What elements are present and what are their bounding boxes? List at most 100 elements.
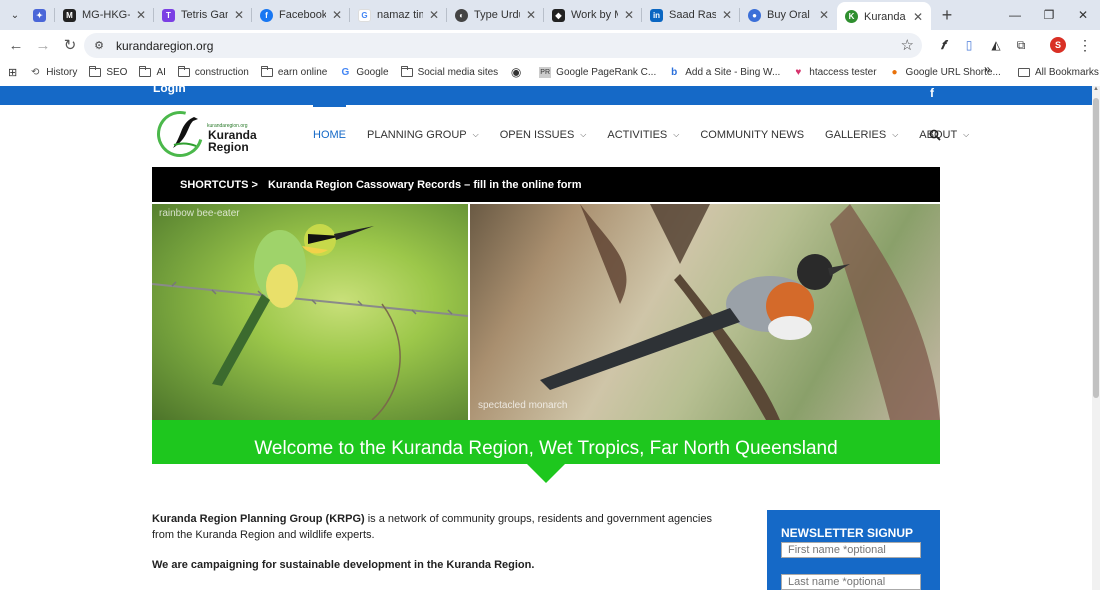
tab-0[interactable]: ✦ — [25, 0, 55, 30]
nav-planning-group[interactable]: PLANNING GROUP ⌵ — [367, 105, 479, 165]
site-top-bar: Login f — [0, 81, 1092, 105]
newsletter-signup: NEWSLETTER SIGNUP — [767, 510, 940, 590]
google-icon: G — [341, 66, 350, 78]
tab-9-active[interactable]: K Kuranda Re ✕ — [837, 1, 931, 32]
tab-favicon-icon: T — [162, 8, 175, 22]
profile-avatar[interactable]: S — [1050, 37, 1066, 53]
monarch-caption: spectacled monarch — [478, 400, 568, 411]
shortcuts-bar: SHORTCUTS > Kuranda Region Cassowary Rec… — [152, 167, 940, 202]
apps-grid-icon[interactable]: ⊞ — [0, 61, 23, 83]
close-icon[interactable]: ✕ — [911, 10, 925, 24]
nav-about[interactable]: ABOUT ⌵ — [919, 105, 969, 165]
menu-kebab-icon[interactable]: ⋮ — [1076, 36, 1094, 54]
close-icon[interactable]: ✕ — [427, 8, 441, 22]
globe-icon: ◐ — [455, 8, 468, 22]
tab-7[interactable]: in Saad Rashad ✕ — [642, 0, 740, 30]
tab-8[interactable]: ● Buy Oral Ca ✕ — [740, 0, 837, 30]
nav-home[interactable]: HOME — [313, 105, 346, 165]
facebook-icon: f — [260, 8, 273, 22]
kuranda-favicon-icon: K — [845, 10, 858, 23]
back-icon[interactable]: ← — [3, 32, 29, 58]
cassowary-records-link[interactable]: Kuranda Region Cassowary Records – fill … — [268, 179, 582, 191]
bookmark-star-icon[interactable]: ☆ — [901, 36, 914, 54]
bookmark-history[interactable]: ⟲ History — [23, 61, 83, 83]
bookmark-seo[interactable]: SEO — [83, 61, 133, 83]
forward-icon[interactable]: → — [30, 32, 56, 58]
pagerank-icon: PR — [539, 66, 552, 78]
extensions-puzzle-icon[interactable]: ⧉ — [1012, 36, 1030, 54]
bookmark-social-media[interactable]: Social media sites — [395, 61, 505, 83]
hero-banner: rainbow bee-eater spectacled monarch — [152, 204, 940, 420]
bookmark-bing[interactable]: b Add a Site - Bing W... — [662, 61, 786, 83]
shortcuts-label: SHORTCUTS > — [180, 178, 258, 191]
last-name-field[interactable] — [781, 574, 921, 590]
linkedin-icon: in — [650, 8, 663, 22]
close-window-icon[interactable]: ✕ — [1066, 0, 1100, 30]
site-info-icon[interactable]: ⚙ — [88, 37, 110, 55]
bing-icon: b — [671, 66, 678, 78]
nav-community-news[interactable]: COMMUNITY NEWS — [700, 105, 804, 165]
google-url-icon: ● — [891, 66, 898, 78]
extension-doc-icon[interactable]: ▯ — [960, 36, 978, 54]
logo-text: Kuranda Region — [208, 128, 257, 154]
close-icon[interactable]: ✕ — [330, 8, 344, 22]
tab-favicon-icon: M — [63, 8, 76, 22]
newsletter-heading: NEWSLETTER SIGNUP — [781, 526, 914, 540]
bookmark-pagerank[interactable]: PR Google PageRank C... — [533, 61, 662, 83]
close-icon[interactable]: ✕ — [134, 8, 148, 22]
new-tab-button[interactable]: + — [935, 5, 959, 26]
more-bookmarks-icon[interactable]: » — [984, 62, 991, 76]
bee-eater-illustration — [152, 224, 468, 420]
htaccess-icon: ♥ — [795, 66, 802, 78]
folder-icon — [89, 65, 102, 77]
extension-shield-icon[interactable]: ◭ — [987, 36, 1005, 54]
site-logo[interactable]: kurandaregion.org Kuranda Region — [148, 102, 257, 166]
tab-1[interactable]: M MG-HKG-54 ✕ — [55, 0, 154, 30]
url-text[interactable]: kurandaregion.org — [116, 39, 213, 53]
bookmark-globe[interactable]: ◉ — [504, 61, 533, 83]
login-link[interactable]: Login — [153, 81, 186, 95]
extension-icon[interactable]: 𝒇 — [934, 36, 952, 54]
tab-3[interactable]: f Facebook ✕ — [252, 0, 350, 30]
close-icon[interactable]: ✕ — [720, 8, 734, 22]
nav-open-issues[interactable]: OPEN ISSUES ⌵ — [500, 105, 587, 165]
close-icon[interactable]: ✕ — [622, 8, 636, 22]
first-name-field[interactable] — [781, 542, 921, 558]
main-navigation: HOME PLANNING GROUP ⌵ OPEN ISSUES ⌵ ACTIVI… — [313, 105, 990, 165]
chevron-down-icon: ⌵ — [963, 130, 970, 139]
minimize-icon[interactable]: — — [998, 0, 1032, 30]
address-bar[interactable]: ⚙ kurandaregion.org ☆ — [84, 33, 922, 58]
close-icon[interactable]: ✕ — [524, 8, 538, 22]
close-icon[interactable]: ✕ — [817, 8, 831, 22]
page-scrollbar[interactable]: ▲ — [1092, 86, 1100, 590]
tab-6[interactable]: ◆ Work by Mu ✕ — [544, 0, 642, 30]
bookmark-htaccess[interactable]: ♥ htaccess tester — [786, 61, 882, 83]
bookmark-earn-online[interactable]: earn online — [255, 61, 333, 83]
bookmark-google[interactable]: G Google — [333, 61, 394, 83]
tab-search-icon[interactable]: ⌄ — [5, 5, 25, 25]
tab-2[interactable]: T Tetris Games ✕ — [154, 0, 252, 30]
restore-icon[interactable]: ❐ — [1032, 0, 1066, 30]
nav-activities[interactable]: ACTIVITIES ⌵ — [607, 105, 679, 165]
app-icon: ✦ — [33, 8, 46, 22]
tab-5[interactable]: ◐ Type Urdu O ✕ — [447, 0, 544, 30]
bookmark-construction[interactable]: construction — [172, 61, 255, 83]
search-icon[interactable] — [929, 129, 941, 141]
history-icon: ⟲ — [31, 66, 40, 78]
welcome-banner: Welcome to the Kuranda Region, Wet Tropi… — [152, 420, 940, 464]
scrollbar-thumb[interactable] — [1093, 98, 1099, 398]
intro-text: Kuranda Region Planning Group (KRPG) is … — [152, 511, 732, 587]
tab-4[interactable]: G namaz timin ✕ — [350, 0, 447, 30]
bookmark-ai[interactable]: AI — [133, 61, 171, 83]
facebook-icon[interactable]: f — [930, 86, 934, 100]
bookmarks-bar: ⊞ ⟲ History SEO AI construction earn onli… — [0, 61, 1100, 83]
welcome-arrow — [526, 463, 566, 483]
all-bookmarks-button[interactable]: All Bookmarks — [1018, 61, 1099, 83]
folder-icon — [177, 65, 190, 77]
close-icon[interactable]: ✕ — [232, 8, 246, 22]
folder-icon — [1018, 67, 1030, 77]
reload-icon[interactable]: ↻ — [57, 32, 83, 58]
nav-galleries[interactable]: GALLERIES ⌵ — [825, 105, 898, 165]
tab-favicon-icon: ● — [748, 8, 761, 22]
scroll-up-icon[interactable]: ▲ — [1092, 86, 1100, 96]
